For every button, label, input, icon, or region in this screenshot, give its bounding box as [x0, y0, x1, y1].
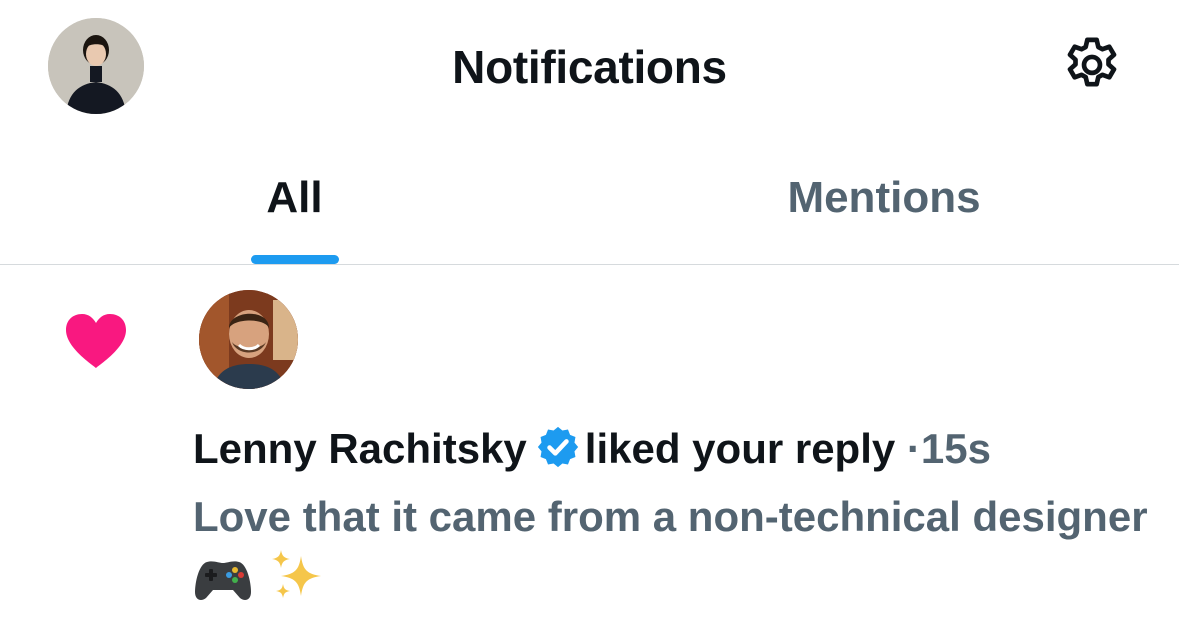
- tab-all[interactable]: All: [0, 132, 589, 264]
- gear-icon: [1067, 37, 1117, 87]
- page-title: Notifications: [452, 41, 727, 93]
- notification-tabs: All Mentions: [0, 132, 1179, 265]
- heart-icon: [64, 312, 128, 370]
- notification-summary: Lenny Rachitsky liked your reply ·15s: [193, 418, 1153, 480]
- notification-item[interactable]: Lenny Rachitsky liked your reply ·15s Lo…: [0, 266, 1179, 632]
- separator-dot: ·: [906, 425, 921, 472]
- reply-preview[interactable]: Love that it came from a non-technical d…: [193, 486, 1153, 613]
- verified-badge-icon: [537, 426, 578, 468]
- sparkles-icon: [272, 550, 321, 598]
- notification-action: liked your reply: [584, 425, 896, 472]
- tab-all-label: All: [266, 173, 323, 222]
- settings-button[interactable]: [1056, 30, 1128, 102]
- reply-text: Love that it came from a non-technical d…: [193, 493, 1148, 540]
- user-avatar-icon: [199, 290, 298, 389]
- top-bar: Notifications: [0, 0, 1179, 132]
- tab-mentions-label: Mentions: [787, 173, 981, 222]
- timestamp: 15s: [920, 425, 991, 472]
- tab-mentions[interactable]: Mentions: [589, 132, 1179, 264]
- actor-avatar[interactable]: [199, 290, 298, 389]
- selected-tab-indicator: [251, 255, 339, 264]
- game-controller-icon: [195, 561, 251, 600]
- actor-name[interactable]: Lenny Rachitsky: [193, 425, 527, 472]
